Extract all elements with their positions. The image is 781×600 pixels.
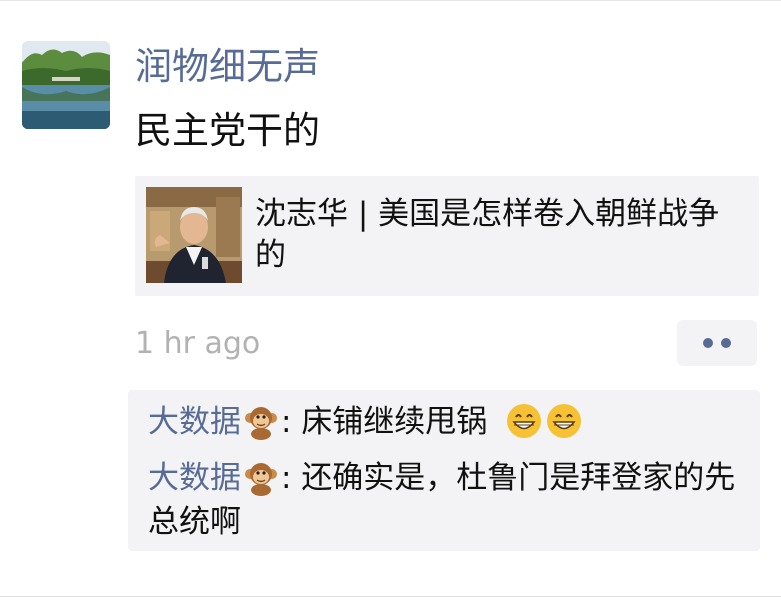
comment-user-link[interactable]: 大数据 (148, 404, 241, 440)
post-text: 民主党干的 (135, 109, 320, 152)
author-name-link[interactable]: 润物细无声 (135, 44, 320, 90)
more-dots-icon (721, 338, 731, 348)
more-dots-icon (703, 338, 713, 348)
comment-separator: : (281, 460, 292, 496)
author-avatar[interactable] (22, 41, 110, 129)
comment-item: 大数据 : 还确实是，杜鲁门是拜登家的先总统啊 (148, 456, 748, 544)
comments-panel: 大数据 : 床铺继续甩锅 大数据: 还确实是，杜鲁门是拜登家的先总统啊 (128, 390, 760, 551)
post-timestamp: 1 hr ago (135, 326, 261, 361)
monkey-emoji-icon (242, 458, 280, 496)
comment-user-link[interactable]: 大数据 (148, 460, 241, 496)
speaker-portrait-thumbnail-icon (146, 187, 242, 283)
more-actions-button[interactable] (677, 320, 757, 366)
lake-landscape-avatar-icon (22, 41, 110, 129)
comment-text: 床铺继续甩锅 (301, 404, 488, 440)
article-thumbnail (146, 187, 242, 283)
bottom-divider (0, 596, 781, 597)
top-divider (0, 0, 781, 1)
comment-separator: : (281, 404, 292, 440)
shared-article-card[interactable]: 沈志华 | 美国是怎样卷入朝鲜战争的 (135, 176, 759, 296)
grinning-face-emoji-icon (545, 402, 583, 440)
grinning-face-emoji-icon (505, 402, 543, 440)
comment-item: 大数据 : 床铺继续甩锅 (148, 400, 748, 444)
monkey-emoji-icon (242, 402, 280, 440)
article-title: 沈志华 | 美国是怎样卷入朝鲜战争的 (255, 196, 720, 273)
